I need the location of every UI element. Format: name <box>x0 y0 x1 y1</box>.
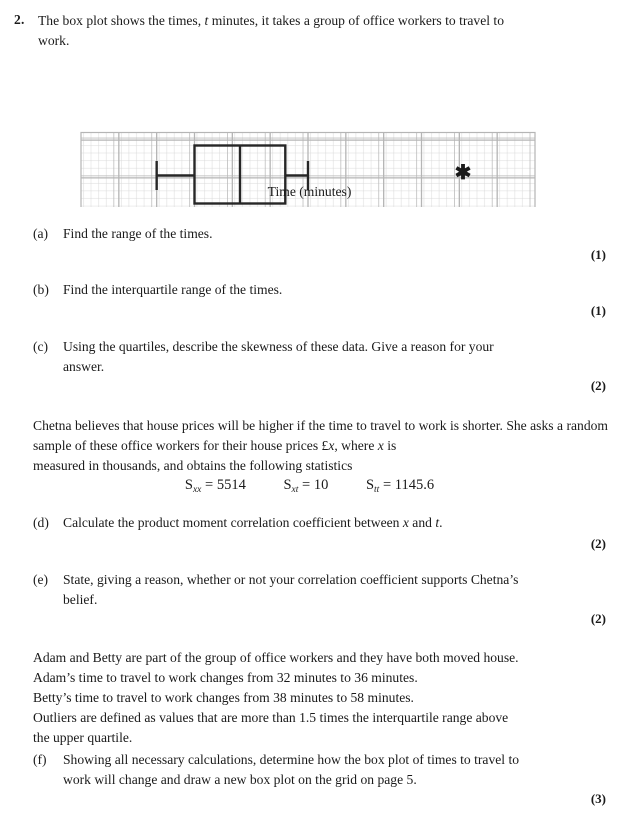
stem-text-part1: The box plot shows the times, <box>38 13 205 28</box>
chetna-paragraph: Chetna believes that house prices will b… <box>33 416 608 476</box>
adam-betty-paragraph: Adam and Betty are part of the group of … <box>33 648 608 748</box>
part-b-marks: (1) <box>590 303 606 318</box>
part-c-text: Using the quartiles, describe the skewne… <box>63 339 494 354</box>
statistic-sxx: Sxx = 5514 <box>185 477 246 495</box>
part-b: (b) Find the interquartile range of the … <box>33 280 593 300</box>
part-e-text: State, giving a reason, whether or not y… <box>63 572 519 587</box>
exam-question-page: 2. The box plot shows the times, t minut… <box>0 0 619 823</box>
adam-betty-line3: Betty’s time to travel to work changes f… <box>33 690 414 705</box>
part-d-variable-t: t <box>435 515 440 530</box>
stem-text-part2: minutes, it takes a group of office work… <box>208 13 505 28</box>
part-b-text: Find the interquartile range of the time… <box>63 282 283 297</box>
part-c: (c) Using the quartiles, describe the sk… <box>33 337 608 377</box>
part-e-text-line2: belief. <box>63 592 98 607</box>
part-d-text: Calculate the product moment correlation… <box>63 515 443 530</box>
part-f-text-line2: work will change and draw a new box plot… <box>63 772 417 787</box>
part-b-label: (b) <box>33 282 49 297</box>
part-e-label: (e) <box>33 572 49 587</box>
part-c-text-line2: answer. <box>63 359 105 374</box>
sxt-value: = 10 <box>302 477 329 493</box>
statistic-sxt: Sxt = 10 <box>283 477 328 495</box>
part-a-text: Find the range of the times. <box>63 226 213 241</box>
part-d-label: (d) <box>33 515 49 530</box>
adam-betty-line5: the upper quartile. <box>33 730 133 745</box>
box-plot-figure: ✱ 10 20 30 40 50 60 70 <box>0 62 619 207</box>
part-d-marks: (2) <box>590 536 606 551</box>
part-f-text: Showing all necessary calculations, dete… <box>63 752 520 767</box>
chetna-line2b: , where <box>334 438 378 453</box>
part-c-label: (c) <box>33 339 49 354</box>
chetna-line2c: is <box>383 438 397 453</box>
stem-text-line2: work. <box>38 33 70 48</box>
part-a-marks: (1) <box>590 247 606 262</box>
statistic-stt: Stt = 1145.6 <box>366 477 434 495</box>
part-a: (a) Find the range of the times. <box>33 224 593 244</box>
chetna-line3: measured in thousands, and obtains the f… <box>33 458 353 473</box>
sxt-subscript: xt <box>291 485 299 495</box>
part-e-marks: (2) <box>590 611 606 626</box>
adam-betty-line4: Outliers are defined as values that are … <box>33 710 509 725</box>
stt-value: = 1145.6 <box>382 477 435 493</box>
part-a-label: (a) <box>33 226 49 241</box>
part-f: (f) Showing all necessary calculations, … <box>33 750 608 790</box>
part-e: (e) State, giving a reason, whether or n… <box>33 570 608 610</box>
x-axis-label: Time (minutes) <box>267 184 352 199</box>
sxx-symbol: S <box>184 477 193 493</box>
part-f-label: (f) <box>33 752 47 767</box>
stt-symbol: S <box>365 477 375 493</box>
question-number: 2. <box>14 12 25 27</box>
adam-betty-line1: Adam and Betty are part of the group of … <box>33 650 519 665</box>
sxx-value: = 5514 <box>205 477 246 493</box>
part-f-marks: (3) <box>590 791 606 806</box>
part-d-variable-x: x <box>402 515 409 530</box>
sxt-symbol: S <box>283 477 292 493</box>
part-d: (d) Calculate the product moment correla… <box>33 513 608 533</box>
chetna-line1: Chetna believes that house prices will b… <box>33 418 503 433</box>
adam-betty-line2: Adam’s time to travel to work changes fr… <box>33 670 418 685</box>
sxx-subscript: xx <box>192 485 202 495</box>
stt-subscript: tt <box>374 485 380 495</box>
question-stem: The box plot shows the times, t minutes,… <box>38 11 608 51</box>
statistics-line: Sxx = 5514 Sxt = 10 Stt = 1145.6 <box>0 477 619 495</box>
outlier-asterisk-marker: ✱ <box>455 162 472 184</box>
part-c-marks: (2) <box>590 378 606 393</box>
